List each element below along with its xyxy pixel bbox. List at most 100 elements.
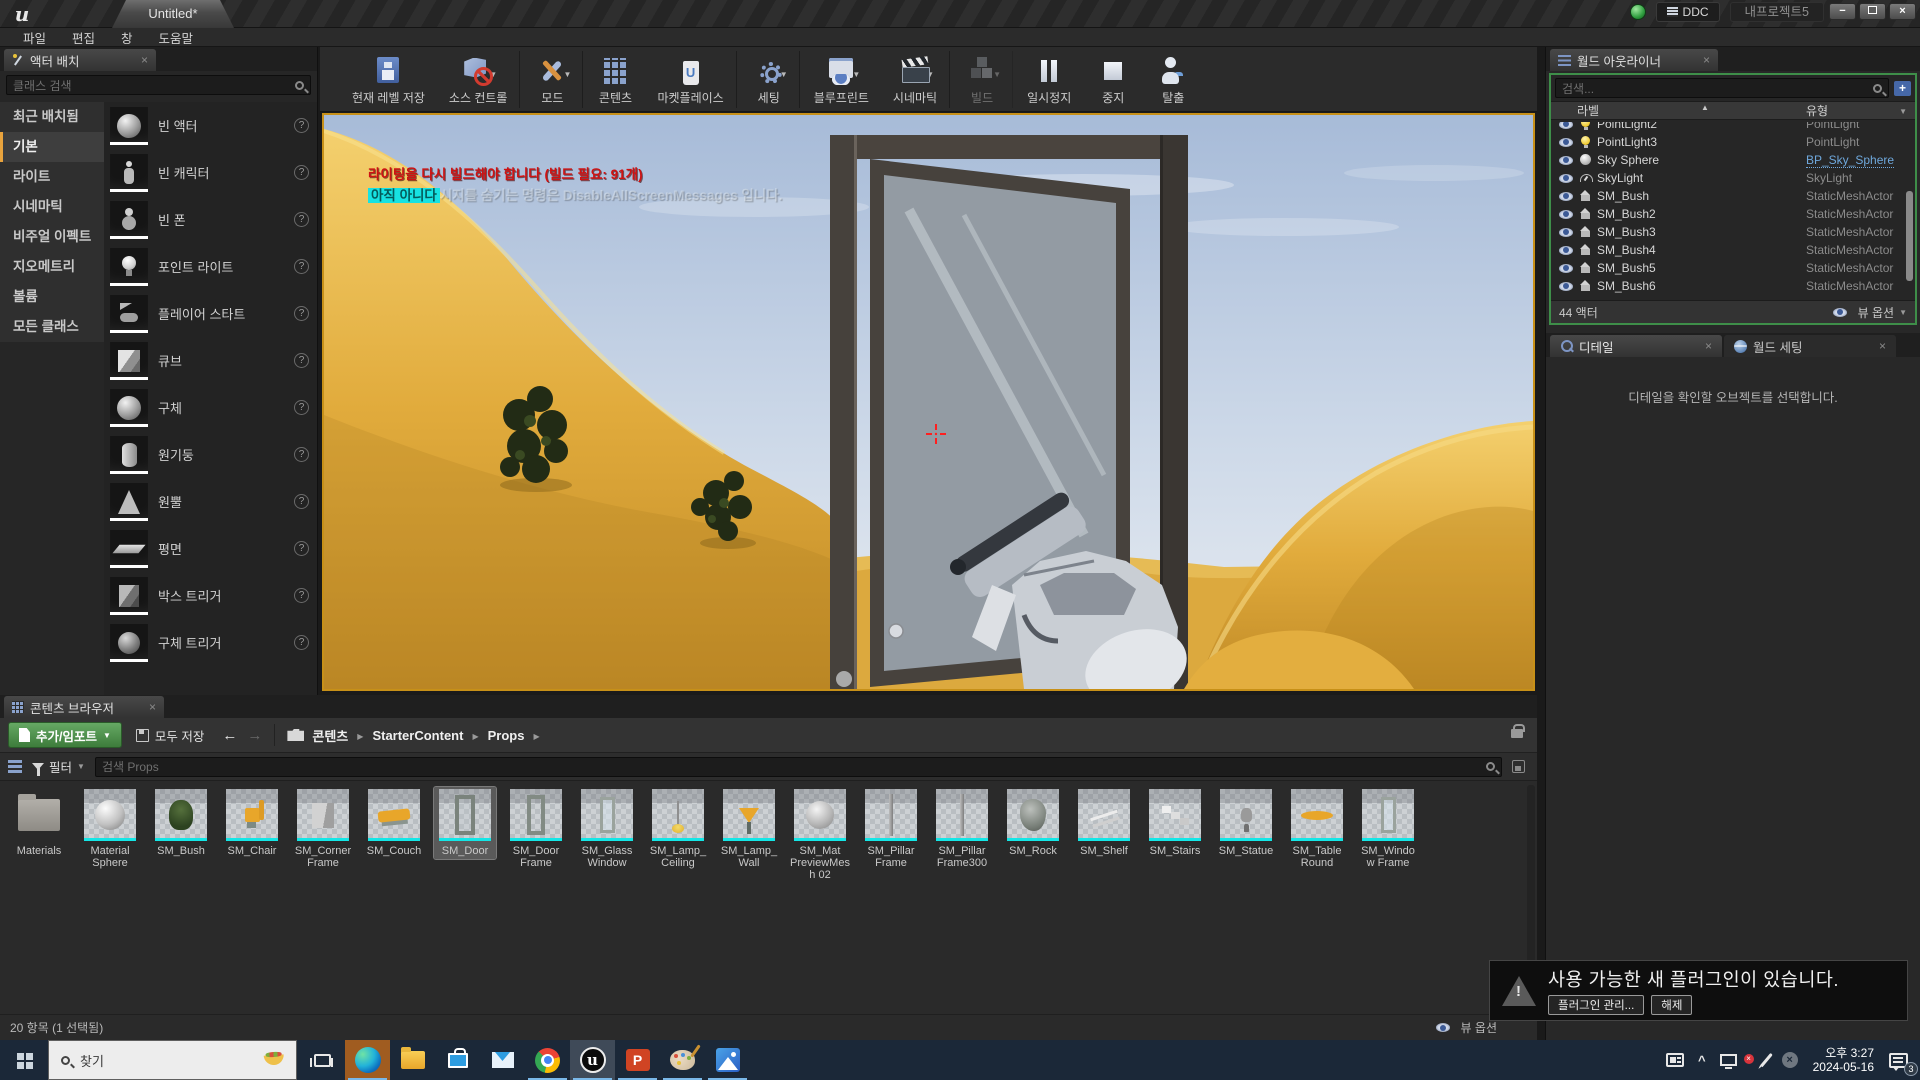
actor-list-item[interactable]: 플레이어 스타트 <box>104 290 317 337</box>
widgets-button[interactable] <box>1659 1040 1691 1080</box>
menu-item[interactable]: 편집 <box>59 28 108 47</box>
close-icon[interactable]: × <box>1703 53 1710 67</box>
pen-button[interactable] <box>1758 1040 1775 1080</box>
outliner-column-header[interactable]: 라벨 ▲ 유형 ▼ <box>1551 101 1915 120</box>
outliner-search-input[interactable]: 검색... <box>1555 78 1889 98</box>
taskbar-app-button[interactable] <box>345 1040 390 1080</box>
help-icon[interactable] <box>294 588 309 603</box>
taskbar-app-button[interactable] <box>615 1040 660 1080</box>
help-icon[interactable] <box>294 118 309 133</box>
actor-type[interactable]: PointLight <box>1806 122 1859 131</box>
toolbar-button[interactable]: 일시정지 <box>1015 51 1083 108</box>
menu-item[interactable]: 도움말 <box>146 28 207 47</box>
help-icon[interactable] <box>294 259 309 274</box>
taskbar-app-button[interactable] <box>480 1040 525 1080</box>
asset-tile[interactable]: SM_Door <box>434 787 496 859</box>
category-item[interactable]: 시네마틱 <box>0 192 104 222</box>
visibility-eye-icon[interactable] <box>1559 282 1573 291</box>
outliner-row[interactable]: SM_Bush StaticMeshActor <box>1551 187 1915 205</box>
hidden-icons-button[interactable]: ^ <box>1691 1040 1713 1080</box>
actor-type[interactable]: StaticMeshActor <box>1806 279 1893 293</box>
help-icon[interactable] <box>294 494 309 509</box>
content-browser-tab[interactable]: 콘텐츠 브라우저 × <box>4 696 164 718</box>
asset-tile[interactable]: SM_Corner Frame <box>292 787 354 871</box>
add-import-button[interactable]: 추가/임포트 ▼ <box>8 722 122 748</box>
help-icon[interactable] <box>294 353 309 368</box>
close-icon[interactable]: × <box>141 53 148 67</box>
taskbar-app-button[interactable] <box>390 1040 435 1080</box>
taskbar-search[interactable]: 찾기 <box>48 1040 297 1080</box>
asset-tile[interactable]: SM_Couch <box>363 787 425 859</box>
actor-type[interactable]: SkyLight <box>1806 171 1852 185</box>
asset-tile[interactable]: SM_Rock <box>1002 787 1064 859</box>
outliner-view-options[interactable]: 뷰 옵션 ▼ <box>1825 304 1907 321</box>
start-button[interactable] <box>0 1040 48 1080</box>
breadcrumb-item[interactable]: 콘텐츠 <box>312 726 348 745</box>
content-browser-scrollbar[interactable] <box>1527 785 1535 985</box>
save-all-button[interactable]: 모두 저장 <box>136 726 204 745</box>
toolbar-button[interactable]: ▼ 시네마틱 <box>881 51 950 108</box>
taskbar-app-button[interactable] <box>525 1040 570 1080</box>
content-browser-view-options[interactable]: 뷰 옵션 <box>1428 1019 1497 1036</box>
level-tab[interactable]: Untitled* <box>112 0 234 28</box>
actor-list-item[interactable]: 원기둥 <box>104 431 317 478</box>
actor-type[interactable]: PointLight <box>1806 135 1859 149</box>
actor-type[interactable]: StaticMeshActor <box>1806 243 1893 257</box>
actor-list-item[interactable]: 원뿔 <box>104 478 317 525</box>
details-tab[interactable]: 디테일 × <box>1550 335 1722 357</box>
toolbar-button[interactable]: ▼ 블루프린트 <box>802 51 881 108</box>
help-icon[interactable] <box>294 165 309 180</box>
toolbar-button[interactable]: 마켓플레이스 <box>645 51 736 108</box>
category-item[interactable]: 라이트 <box>0 162 104 192</box>
taskbar-app-button[interactable] <box>570 1040 615 1080</box>
taskbar-clock[interactable]: 오후 3:27 2024-05-16 <box>1805 1040 1882 1080</box>
filter-button[interactable]: 필터 ▼ <box>32 757 85 776</box>
asset-tile[interactable]: SM_Door Frame <box>505 787 567 871</box>
taskbar-app-button[interactable] <box>705 1040 750 1080</box>
breadcrumb-item[interactable]: StarterContent <box>372 728 463 743</box>
asset-tile[interactable]: SM_Window Frame <box>1357 787 1419 871</box>
toolbar-button[interactable]: 중지 <box>1083 51 1143 108</box>
world-outliner-tab[interactable]: 월드 아웃라이너 × <box>1550 49 1718 71</box>
toolbar-button[interactable]: ▼ 모드 <box>522 51 583 108</box>
asset-tile[interactable]: SM_Bush <box>150 787 212 859</box>
asset-tile[interactable]: SM_Mat PreviewMesh 02 <box>789 787 851 883</box>
category-item[interactable]: 지오메트리 <box>0 252 104 282</box>
category-item[interactable]: 비주얼 이펙트 <box>0 222 104 252</box>
asset-tile[interactable]: SM_Chair <box>221 787 283 859</box>
outliner-row[interactable]: SM_Bush5 StaticMeshActor <box>1551 259 1915 277</box>
visibility-eye-icon[interactable] <box>1559 122 1573 129</box>
network-button[interactable] <box>1713 1040 1744 1080</box>
toolbar-button[interactable]: ▼ 빌드 <box>952 51 1013 108</box>
outliner-row[interactable]: PointLight3 PointLight <box>1551 133 1915 151</box>
restore-button[interactable] <box>1859 3 1886 20</box>
taskbar-app-button[interactable] <box>660 1040 705 1080</box>
world-settings-tab[interactable]: 월드 세팅 × <box>1724 335 1896 357</box>
asset-tile[interactable]: SM_Stairs <box>1144 787 1206 859</box>
visibility-eye-icon[interactable] <box>1559 210 1573 219</box>
visibility-eye-icon[interactable] <box>1559 264 1573 273</box>
actor-list-item[interactable]: 구체 <box>104 384 317 431</box>
actor-type[interactable]: StaticMeshActor <box>1806 189 1893 203</box>
action-center-button[interactable]: 3 <box>1882 1040 1920 1080</box>
category-item[interactable]: 모든 클래스 <box>0 312 104 342</box>
category-item[interactable]: 기본 <box>0 132 104 162</box>
chevron-down-icon[interactable]: ▼ <box>1899 107 1907 116</box>
category-item[interactable]: 볼륨 <box>0 282 104 312</box>
forward-arrow-icon[interactable]: → <box>247 727 262 744</box>
asset-tile[interactable]: SM_Statue <box>1215 787 1277 859</box>
visibility-eye-icon[interactable] <box>1559 156 1573 165</box>
category-item[interactable]: 최근 배치됨 <box>0 102 104 132</box>
visibility-eye-icon[interactable] <box>1559 228 1573 237</box>
asset-tile[interactable]: SM_Shelf <box>1073 787 1135 859</box>
actor-list-item[interactable]: 큐브 <box>104 337 317 384</box>
ddc-button[interactable]: DDC <box>1656 2 1720 22</box>
asset-tile[interactable]: Material Sphere <box>79 787 141 871</box>
settings-icon[interactable] <box>1512 760 1525 773</box>
actor-list-item[interactable]: 빈 폰 <box>104 196 317 243</box>
outliner-scrollbar[interactable] <box>1906 191 1913 281</box>
asset-tile[interactable]: SM_Table Round <box>1286 787 1348 871</box>
breadcrumb-item[interactable]: Props <box>488 728 525 743</box>
asset-tile[interactable]: SM_Pillar Frame <box>860 787 922 871</box>
asset-tile[interactable]: SM_Pillar Frame300 <box>931 787 993 871</box>
